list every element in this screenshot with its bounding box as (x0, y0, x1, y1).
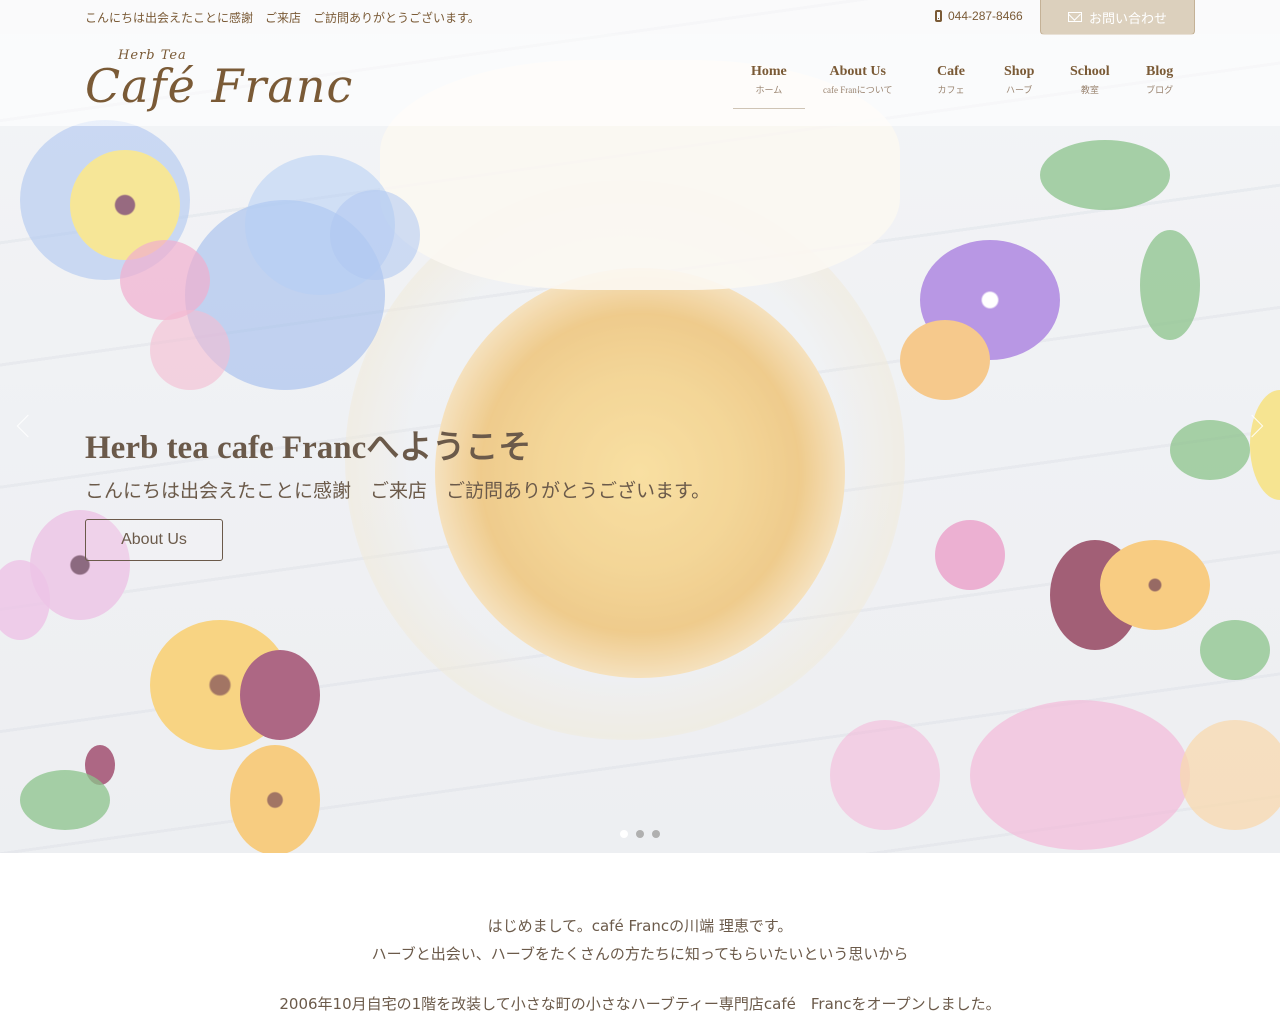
intro-line: 2006年10月自宅の1階を改装して小さな町の小さなハーブティー専門店café … (279, 995, 1001, 1013)
nav-item-label: School (1070, 64, 1110, 79)
nav-item-sublabel: cafe Franについて (823, 85, 893, 95)
slider-next-arrow-icon[interactable] (1240, 412, 1266, 442)
slider-pagination (620, 830, 660, 838)
slider-dot-2[interactable] (636, 830, 644, 838)
intro-section: はじめまして。café Francの川端 理恵です。 ハーブと出会い、ハーブをた… (0, 912, 1280, 1018)
nav-item-blog[interactable]: Blog ブログ (1146, 64, 1173, 96)
nav-item-sublabel: ホーム (755, 85, 783, 95)
intro-line: はじめまして。café Francの川端 理恵です。 (487, 917, 793, 935)
nav-item-label: Cafe (937, 64, 965, 79)
nav-active-indicator (733, 108, 805, 109)
nav-item-label: Home (751, 64, 787, 79)
nav-item-sublabel: ハーブ (1005, 85, 1033, 95)
main-nav: Home ホーム About Us cafe Franについて Cafe カフェ… (0, 64, 1280, 114)
contact-button[interactable]: お問い合わせ (1040, 0, 1195, 35)
nav-item-sublabel: ブログ (1146, 85, 1174, 95)
mail-icon (1067, 12, 1082, 22)
hero-subtitle: こんにちは出会えたことに感謝 ご来店 ご訪問ありがとうございます。 (85, 480, 711, 502)
slider-dot-3[interactable] (652, 830, 660, 838)
top-bar: こんにちは出会えたことに感謝 ご来店 ご訪問ありがとうございます。 044-28… (0, 0, 1280, 35)
contact-button-label: お問い合わせ (1088, 11, 1167, 27)
nav-item-label: Blog (1146, 64, 1174, 79)
site-tagline: こんにちは出会えたことに感謝 ご来店 ご訪問ありがとうございます。 (85, 11, 480, 25)
nav-item-school[interactable]: School 教室 (1070, 64, 1110, 96)
intro-line: ハーブと出会い、ハーブをたくさんの方たちに知ってもらいたいという思いから (371, 945, 909, 963)
phone-number[interactable]: 044-287-8466 (935, 9, 1023, 23)
site-header: Herb Tea Café Franc Home ホーム About Us ca… (0, 34, 1280, 126)
nav-item-shop[interactable]: Shop ハーブ (1004, 64, 1034, 96)
phone-number-text: 044-287-8466 (948, 9, 1023, 23)
slider-dot-1[interactable] (620, 830, 628, 838)
nav-item-home[interactable]: Home ホーム (751, 64, 787, 96)
nav-item-cafe[interactable]: Cafe カフェ (937, 64, 965, 96)
nav-item-sublabel: 教室 (1080, 85, 1099, 95)
slider-prev-arrow-icon[interactable] (14, 412, 40, 442)
hero-title: Herb tea cafe Francへようこそ (85, 430, 532, 466)
about-us-button[interactable]: About Us (85, 519, 223, 561)
nav-item-label: About Us (829, 64, 886, 79)
nav-item-about[interactable]: About Us cafe Franについて (823, 64, 892, 96)
nav-item-sublabel: カフェ (937, 85, 965, 95)
hero-slider: Herb tea cafe Francへようこそ こんにちは出会えたことに感謝 … (0, 0, 1280, 853)
nav-item-label: Shop (1004, 64, 1035, 79)
phone-icon (935, 10, 942, 22)
